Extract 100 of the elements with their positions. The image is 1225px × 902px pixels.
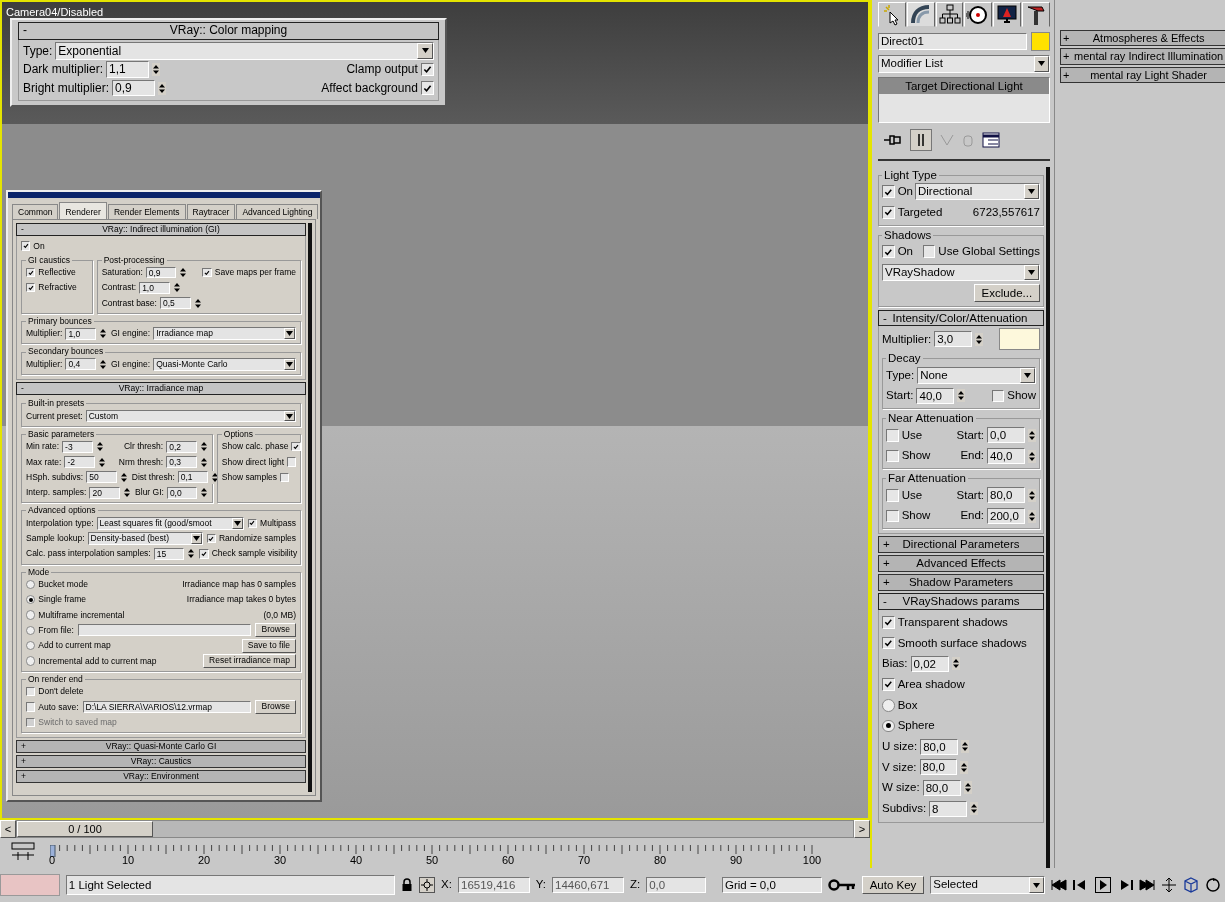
tab[interactable]: Render Elements bbox=[107, 204, 186, 220]
dropdown[interactable]: Exponential bbox=[55, 41, 434, 60]
key-icon[interactable] bbox=[827, 878, 856, 892]
go-to-start-icon[interactable] bbox=[1051, 879, 1067, 891]
scrollbar[interactable] bbox=[1046, 166, 1050, 868]
spinner-arrows-icon[interactable] bbox=[975, 332, 984, 346]
dropdown[interactable]: None bbox=[917, 366, 1036, 384]
checkbox[interactable] bbox=[206, 533, 216, 544]
auto-key-button[interactable]: Auto Key bbox=[861, 875, 925, 895]
checkbox[interactable] bbox=[882, 245, 895, 259]
checkbox[interactable] bbox=[882, 616, 895, 629]
checkbox[interactable] bbox=[199, 549, 209, 559]
spinner-field[interactable]: 0,5 bbox=[159, 297, 191, 310]
modifier-stack-item[interactable]: Target Directional Light bbox=[879, 77, 1049, 94]
spinner-field[interactable]: 0,3 bbox=[166, 456, 197, 468]
dropdown[interactable]: Least squares fit (good/smoot bbox=[96, 516, 244, 530]
spinner-arrows-icon[interactable] bbox=[1028, 488, 1036, 502]
rollout-header[interactable]: + VRay:: Environment bbox=[16, 769, 306, 783]
spinner-field[interactable]: 0,0 bbox=[987, 427, 1025, 444]
coordinate-field[interactable]: 14460,671 bbox=[552, 876, 624, 894]
spinner-field[interactable]: 0,0 bbox=[166, 486, 198, 499]
spinner-arrows-icon[interactable] bbox=[211, 470, 220, 484]
coordinate-field[interactable]: 0,0 bbox=[646, 876, 706, 894]
spinner-arrows-icon[interactable] bbox=[152, 63, 161, 76]
spinner-field[interactable]: -2 bbox=[64, 456, 96, 468]
checkbox[interactable] bbox=[26, 702, 36, 712]
checkbox[interactable] bbox=[882, 678, 895, 691]
rollout-header[interactable]: + Shadow Parameters bbox=[878, 574, 1044, 592]
viewport-label[interactable]: Camera04/Disabled bbox=[6, 4, 104, 21]
spinner-field[interactable]: 80,0 bbox=[922, 779, 961, 796]
radio-button[interactable] bbox=[882, 719, 895, 733]
spinner-field[interactable]: 80,0 bbox=[987, 487, 1025, 504]
dialog-button[interactable]: Exclude... bbox=[973, 284, 1040, 303]
checkbox[interactable] bbox=[420, 62, 434, 77]
tab[interactable]: Common bbox=[12, 204, 59, 220]
color-swatch[interactable] bbox=[1031, 32, 1050, 51]
rollout-header[interactable]: - VRay:: Color mapping bbox=[18, 22, 439, 40]
checkbox[interactable] bbox=[886, 429, 899, 442]
checkbox[interactable] bbox=[882, 206, 895, 219]
text-field[interactable]: D:\LA SIERRA\VARIOS\12.vrmap bbox=[82, 700, 252, 713]
color-swatch[interactable] bbox=[998, 328, 1040, 351]
spinner-arrows-icon[interactable] bbox=[957, 389, 966, 403]
spinner-field[interactable]: 50 bbox=[86, 471, 117, 484]
spinner-field[interactable]: 20 bbox=[89, 486, 121, 499]
checkbox[interactable] bbox=[886, 509, 899, 523]
radio-button[interactable] bbox=[26, 656, 36, 666]
spinner-field[interactable]: 0,2 bbox=[166, 440, 197, 453]
dropdown[interactable]: Quasi-Monte Carlo bbox=[153, 358, 296, 371]
dropdown[interactable]: Selected bbox=[930, 876, 1045, 894]
dialog-button[interactable]: Save to file bbox=[241, 638, 296, 653]
script-listener-field[interactable] bbox=[0, 874, 60, 896]
command-tab[interactable] bbox=[878, 2, 906, 27]
next-frame-button[interactable]: > bbox=[854, 820, 870, 838]
spinner-arrows-icon[interactable] bbox=[158, 81, 167, 95]
crosshair-icon[interactable] bbox=[419, 877, 436, 893]
rollout-header[interactable]: - Intensity/Color/Attenuation bbox=[878, 309, 1044, 327]
spinner-field[interactable]: 0,9 bbox=[112, 79, 156, 97]
checkbox[interactable] bbox=[882, 185, 895, 199]
dialog-button[interactable]: Browse bbox=[255, 623, 296, 638]
pin-icon[interactable] bbox=[884, 132, 902, 147]
spinner-field[interactable]: 1,0 bbox=[139, 281, 170, 294]
radio-button[interactable] bbox=[26, 595, 36, 605]
command-tab[interactable] bbox=[964, 2, 993, 27]
coordinate-field[interactable]: 16519,416 bbox=[458, 876, 530, 894]
command-tab[interactable] bbox=[935, 2, 964, 27]
rollout-header[interactable]: - VRay:: Irradiance map bbox=[16, 382, 306, 396]
dropdown[interactable]: Density-based (best) bbox=[87, 532, 203, 545]
spinner-field[interactable]: -3 bbox=[62, 440, 93, 453]
end-result-icon[interactable] bbox=[910, 128, 932, 151]
spinner-arrows-icon[interactable] bbox=[963, 781, 972, 795]
spinner-arrows-icon[interactable] bbox=[951, 657, 960, 671]
spinner-arrows-icon[interactable] bbox=[961, 740, 970, 754]
dropdown[interactable]: Custom bbox=[85, 409, 296, 423]
checkbox[interactable] bbox=[26, 686, 36, 697]
pan-arrows-icon[interactable] bbox=[1161, 877, 1177, 893]
rollout-header[interactable]: + mental ray Light Shader bbox=[1060, 66, 1225, 83]
rollout-header[interactable]: - VRayShadows params bbox=[878, 593, 1044, 611]
spinner-field[interactable]: 0,4 bbox=[65, 358, 96, 371]
spinner-field[interactable]: 0,9 bbox=[145, 266, 177, 279]
spinner-field[interactable]: 1,0 bbox=[65, 327, 96, 340]
spinner-arrows-icon[interactable] bbox=[1028, 428, 1036, 442]
checkbox[interactable] bbox=[886, 489, 899, 502]
tab[interactable]: Raytracer bbox=[186, 204, 236, 220]
dropdown[interactable]: VRayShadow bbox=[882, 263, 1040, 282]
radio-button[interactable] bbox=[882, 698, 895, 712]
checkbox[interactable] bbox=[287, 457, 297, 467]
rollout-header[interactable]: + Advanced Effects bbox=[878, 555, 1044, 573]
dropdown[interactable]: Irradiance map bbox=[153, 327, 296, 341]
command-tab[interactable] bbox=[906, 2, 935, 27]
rollout-header[interactable]: + mental ray Indirect Illumination bbox=[1060, 48, 1225, 65]
orbit-icon[interactable] bbox=[1205, 877, 1221, 893]
dropdown[interactable]: Directional bbox=[915, 183, 1040, 201]
dialog-button[interactable]: Browse bbox=[255, 699, 296, 714]
spinner-arrows-icon[interactable] bbox=[970, 802, 979, 816]
checkbox[interactable] bbox=[291, 442, 301, 452]
dialog-button[interactable]: Reset irradiance map bbox=[203, 654, 296, 668]
command-tab[interactable] bbox=[993, 2, 1022, 27]
cube-icon[interactable] bbox=[1183, 877, 1199, 893]
spinner-field[interactable]: 0,02 bbox=[910, 655, 949, 672]
rollout-header[interactable]: + Directional Parameters bbox=[878, 536, 1044, 554]
